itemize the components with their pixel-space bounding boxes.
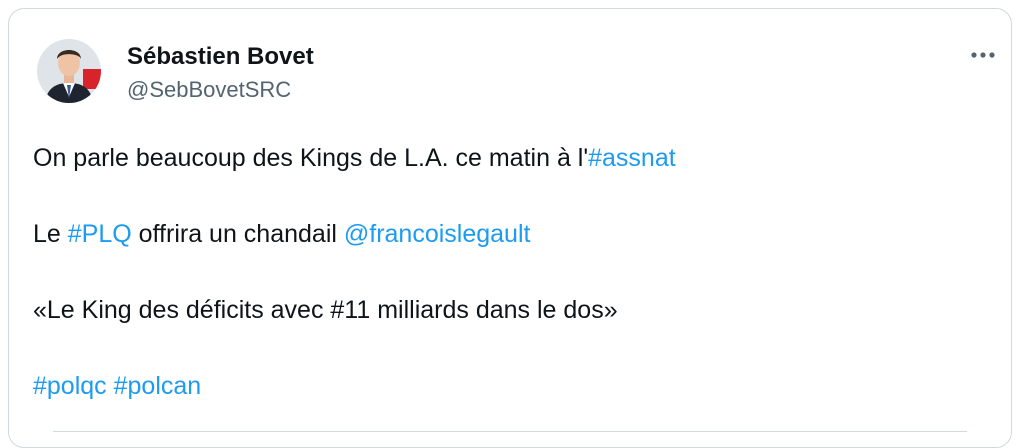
post-line-4: #polqc #polcan [33, 367, 993, 405]
more-options-button[interactable] [969, 43, 997, 67]
hashtag-polqc[interactable]: #polqc [33, 372, 107, 400]
post-card: Sébastien Bovet @SebBovetSRC On parle be… [8, 8, 1012, 448]
post-line-3-text: «Le King des déficits avec #11 milliards… [33, 296, 618, 324]
hashtag-polcan[interactable]: #polcan [114, 372, 202, 400]
hashtag-plq[interactable]: #PLQ [68, 220, 132, 248]
post-header: Sébastien Bovet @SebBovetSRC [29, 39, 995, 119]
post-line-2-prefix: Le [33, 220, 68, 248]
avatar[interactable] [37, 39, 101, 103]
mention-francoislegault[interactable]: @francoislegault [344, 220, 531, 248]
post-line-1: On parle beaucoup des Kings de L.A. ce m… [33, 139, 993, 177]
more-horizontal-icon [971, 52, 995, 58]
post-line-3: «Le King des déficits avec #11 milliards… [33, 291, 993, 329]
post-line-2-middle: offrira un chandail [131, 220, 344, 248]
post-text: On parle beaucoup des Kings de L.A. ce m… [33, 139, 993, 405]
author-handle[interactable]: @SebBovetSRC [127, 76, 291, 104]
avatar-image [37, 39, 101, 103]
author-name[interactable]: Sébastien Bovet [127, 42, 314, 72]
hashtag-separator [107, 372, 114, 400]
hashtag-assnat[interactable]: #assnat [588, 144, 676, 172]
post-line-1-text: On parle beaucoup des Kings de L.A. ce m… [33, 144, 589, 172]
post-line-2: Le #PLQ offrira un chandail @francoisleg… [33, 215, 993, 253]
